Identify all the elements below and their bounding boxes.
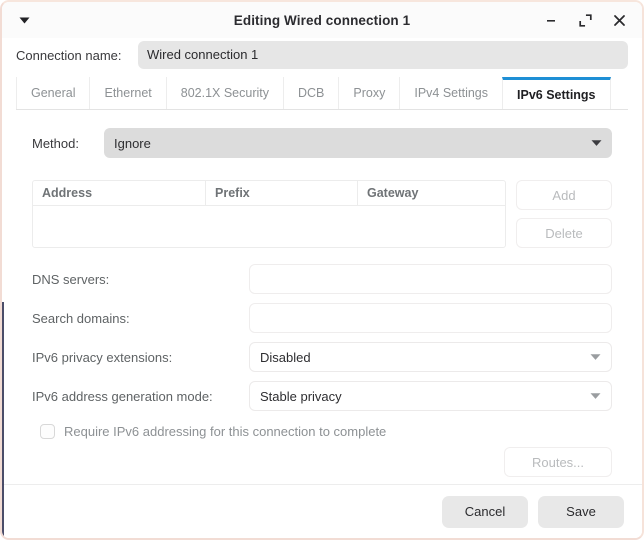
titlebar: Editing Wired connection 1 [2,2,642,38]
connection-name-label: Connection name: [16,48,138,63]
tab-strip: General Ethernet 802.1X Security DCB Pro… [16,76,628,110]
privacy-extensions-dropdown[interactable]: Disabled [249,342,612,372]
dns-servers-label: DNS servers: [32,272,249,287]
column-header-address[interactable]: Address [33,181,205,205]
ipv6-settings-page: Method: Ignore Address Prefix Gateway [16,110,628,484]
connection-name-row: Connection name: [2,38,642,72]
require-ipv6-row: Require IPv6 addressing for this connect… [32,424,612,439]
method-dropdown[interactable]: Ignore [104,128,612,158]
add-button[interactable]: Add [516,180,612,210]
method-label: Method: [32,136,104,151]
dns-servers-input[interactable] [249,264,612,294]
chevron-down-icon [590,354,601,361]
privacy-extensions-label: IPv6 privacy extensions: [32,350,249,365]
address-table[interactable]: Address Prefix Gateway [32,180,506,248]
column-header-prefix[interactable]: Prefix [205,181,357,205]
require-ipv6-checkbox[interactable] [40,424,55,439]
delete-button[interactable]: Delete [516,218,612,248]
address-table-body [33,206,505,244]
require-ipv6-label: Require IPv6 addressing for this connect… [64,424,386,439]
save-button[interactable]: Save [538,496,624,528]
close-icon[interactable] [610,11,628,29]
routes-button[interactable]: Routes... [504,447,612,477]
tab-ethernet[interactable]: Ethernet [89,77,165,109]
address-table-header: Address Prefix Gateway [33,181,505,206]
method-value: Ignore [114,136,151,151]
tab-8021x-security[interactable]: 802.1X Security [166,77,283,109]
privacy-extensions-value: Disabled [260,350,311,365]
method-row: Method: Ignore [32,128,612,158]
address-block: Address Prefix Gateway Add Delete [32,180,612,248]
editing-connection-dialog: Editing Wired connection 1 Connection na… [0,0,644,540]
settings-notebook: General Ethernet 802.1X Security DCB Pro… [16,76,628,484]
chevron-down-icon [591,140,602,147]
window-controls [542,11,632,29]
cancel-button[interactable]: Cancel [442,496,528,528]
dns-servers-row: DNS servers: [32,264,612,294]
address-generation-mode-label: IPv6 address generation mode: [32,389,249,404]
connection-name-input[interactable] [138,41,628,69]
address-generation-mode-value: Stable privacy [260,389,342,404]
tab-dcb[interactable]: DCB [283,77,338,109]
search-domains-input[interactable] [249,303,612,333]
tab-general[interactable]: General [16,77,89,109]
tab-ipv4-settings[interactable]: IPv4 Settings [399,77,502,109]
column-header-gateway[interactable]: Gateway [357,181,505,205]
chevron-down-icon [590,393,601,400]
routes-row: Routes... [32,447,612,477]
search-domains-row: Search domains: [32,303,612,333]
address-generation-mode-dropdown[interactable]: Stable privacy [249,381,612,411]
tab-proxy[interactable]: Proxy [338,77,399,109]
address-generation-mode-row: IPv6 address generation mode: Stable pri… [32,381,612,411]
search-domains-label: Search domains: [32,311,249,326]
dialog-action-bar: Cancel Save [2,484,642,538]
restore-icon[interactable] [576,11,594,29]
triangle-down-icon[interactable] [14,10,34,30]
tab-ipv6-settings[interactable]: IPv6 Settings [502,77,611,109]
minimize-icon[interactable] [542,11,560,29]
privacy-extensions-row: IPv6 privacy extensions: Disabled [32,342,612,372]
address-table-actions: Add Delete [516,180,612,248]
